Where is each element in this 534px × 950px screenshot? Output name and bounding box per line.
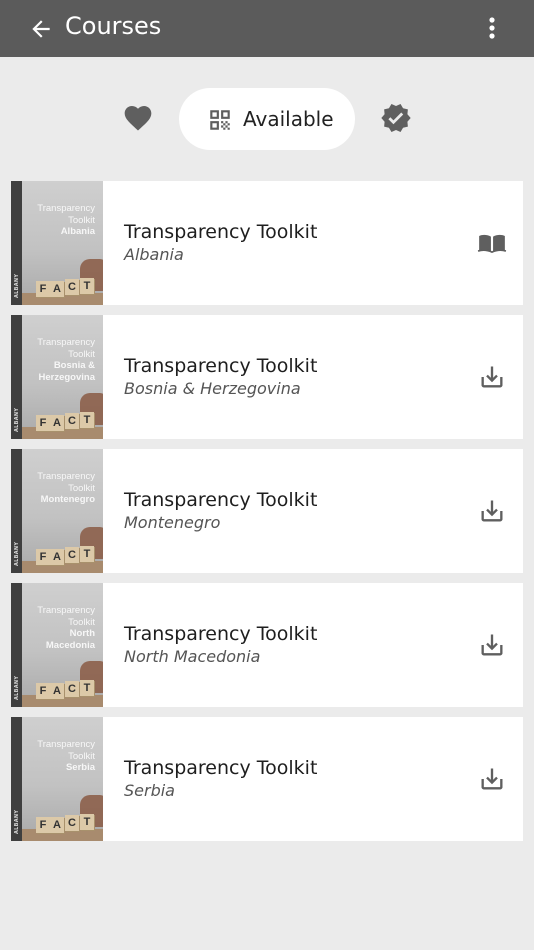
cover-title: Transparency Toolkit Montenegro [37,471,95,505]
cover-brand: ALBANY [14,541,20,566]
course-country: Bosnia & Herzegovina [124,379,301,398]
course-cover-image: ALBANY Transparency Toolkit Serbia FACT [11,717,103,841]
available-label: Available [243,107,334,131]
cover-brand: ALBANY [14,273,20,298]
course-cover-image: ALBANY Transparency Toolkit Albania FACT [11,181,103,305]
course-country: Serbia [124,781,175,800]
course-card[interactable]: ALBANY Transparency Toolkit Bosnia & Her… [11,315,523,439]
cover-title: Transparency Toolkit Bosnia & Herzegovin… [37,337,95,383]
download-icon[interactable] [477,363,507,391]
download-icon[interactable] [477,497,507,525]
course-country: Montenegro [124,513,221,532]
course-card[interactable]: ALBANY Transparency Toolkit Serbia FACT … [11,717,523,841]
qr-code-icon [210,110,230,130]
cover-brand: ALBANY [14,675,20,700]
more-vert-icon[interactable] [480,14,504,42]
cover-title: Transparency Toolkit Serbia [37,739,95,773]
heart-icon[interactable] [122,102,154,134]
course-card[interactable]: ALBANY Transparency Toolkit Albania FACT… [11,181,523,305]
course-title: Transparency Toolkit [124,489,318,511]
course-title: Transparency Toolkit [124,221,318,243]
cover-title: Transparency Toolkit Albania [37,203,95,237]
cover-brand: ALBANY [14,809,20,834]
cover-title: Transparency Toolkit North Macedonia [37,605,95,651]
course-card[interactable]: ALBANY Transparency Toolkit Montenegro F… [11,449,523,573]
verified-badge-icon[interactable] [380,102,412,134]
course-card[interactable]: ALBANY Transparency Toolkit North Macedo… [11,583,523,707]
course-country: North Macedonia [124,647,261,666]
course-cover-image: ALBANY Transparency Toolkit North Macedo… [11,583,103,707]
download-icon[interactable] [477,631,507,659]
course-country: Albania [124,245,184,264]
page-title: Courses [65,12,162,40]
open-book-icon[interactable] [477,229,507,257]
cover-brand: ALBANY [14,407,20,432]
available-filter-button[interactable]: Available [179,88,355,150]
download-icon[interactable] [477,765,507,793]
arrow-back-icon[interactable] [28,16,54,42]
course-title: Transparency Toolkit [124,757,318,779]
course-cover-image: ALBANY Transparency Toolkit Bosnia & Her… [11,315,103,439]
course-title: Transparency Toolkit [124,355,318,377]
app-bar: Courses [0,0,534,57]
course-title: Transparency Toolkit [124,623,318,645]
course-cover-image: ALBANY Transparency Toolkit Montenegro F… [11,449,103,573]
